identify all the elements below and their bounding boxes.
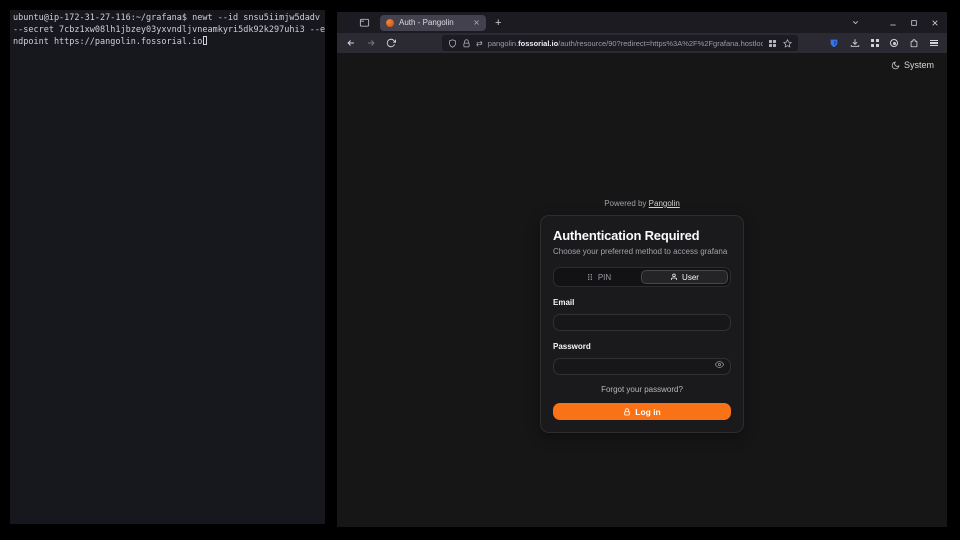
containers-grid-icon[interactable] [769,40,776,47]
url-subdomain: pangolin. [488,39,518,48]
bookmark-star-icon[interactable] [783,39,792,48]
tab-pin[interactable]: PIN [556,270,641,284]
reload-button-icon[interactable] [386,38,396,48]
terminal-window[interactable]: ubuntu@ip-172-31-27-116:~/grafana$ newt … [10,10,325,524]
terminal-line: --secret 7cbz1xw08lh1jbzey03yxvndljvneam… [13,25,325,35]
tracking-protection-shield-icon[interactable] [448,39,457,48]
bitwarden-extension-shield-icon[interactable] [829,38,839,48]
powered-by: Powered by Pangolin [540,199,744,208]
window-minimize-button[interactable] [889,19,897,27]
menu-hamburger-icon[interactable] [930,40,938,47]
password-field[interactable] [553,358,731,375]
email-label: Email [553,298,731,307]
page-content: System Powered by Pangolin Authenticatio… [337,53,947,527]
show-password-eye-icon[interactable] [715,360,724,369]
download-icon[interactable] [850,38,860,48]
user-icon [670,273,678,281]
terminal-line: ndpoint https://pangolin.fossorial.io [13,37,202,47]
forward-button-icon[interactable] [366,38,376,48]
terminal-cursor [203,36,207,45]
swap-arrows-icon[interactable]: ⇄ [476,39,483,48]
puzzle-extensions-icon[interactable] [909,38,919,48]
card-subtitle: Choose your preferred method to access g… [553,247,731,256]
back-button-icon[interactable] [346,38,356,48]
extensions-grid-icon[interactable] [871,39,880,48]
firefox-view-icon[interactable] [359,17,370,28]
email-field[interactable] [553,314,731,331]
new-tab-button[interactable]: + [495,18,501,28]
desktop: ubuntu@ip-172-31-27-116:~/grafana$ newt … [0,0,960,540]
card-title: Authentication Required [553,228,731,243]
window-maximize-button[interactable] [910,19,918,27]
tab-close-icon[interactable] [473,19,480,26]
padlock-icon[interactable] [462,39,471,48]
navigation-toolbar: ⇄ pangolin.fossorial.io/auth/resource/90… [337,33,947,53]
url-bar[interactable]: ⇄ pangolin.fossorial.io/auth/resource/90… [442,35,798,51]
browser-tab-auth-pangolin[interactable]: Auth - Pangolin [380,15,486,31]
tab-pin-label: PIN [598,273,611,282]
list-all-tabs-chevron-icon[interactable] [851,18,860,27]
terminal-line: ubuntu@ip-172-31-27-116:~/grafana$ newt … [13,13,320,23]
tabbar-right-controls [851,18,939,27]
url-domain: fossorial.io [518,39,558,48]
login-button[interactable]: Log in [553,403,731,420]
tab-title: Auth - Pangolin [399,18,468,27]
urlbar-right-icons [769,39,792,48]
password-label: Password [553,342,731,351]
theme-toggle-label: System [904,60,934,70]
theme-toggle[interactable]: System [891,60,934,70]
tab-user-label: User [682,273,699,282]
moon-icon [891,61,900,70]
pangolin-link[interactable]: Pangolin [649,199,680,208]
terminal-output: ubuntu@ip-172-31-27-116:~/grafana$ newt … [13,12,322,48]
auth-card: Authentication Required Choose your pref… [540,215,744,433]
forgot-password-link[interactable]: Forgot your password? [553,385,731,394]
auth-column: Powered by Pangolin Authentication Requi… [540,199,744,433]
url-text: pangolin.fossorial.io/auth/resource/90?r… [488,39,763,48]
login-button-label: Log in [635,407,661,417]
pin-keypad-icon [586,273,594,281]
auth-method-tabs: PIN User [553,267,731,287]
toolbar-right-icons [818,38,939,48]
window-close-button[interactable] [931,19,939,27]
url-path: /auth/resource/90?redirect=https%3A%2F%2… [558,39,763,48]
pangolin-favicon-icon [386,19,394,27]
tab-user[interactable]: User [641,270,728,284]
dark-reader-extension-icon[interactable] [890,39,898,47]
tab-bar: Auth - Pangolin + [337,12,947,33]
lock-icon [623,408,631,416]
browser-window: Auth - Pangolin + [337,12,947,527]
